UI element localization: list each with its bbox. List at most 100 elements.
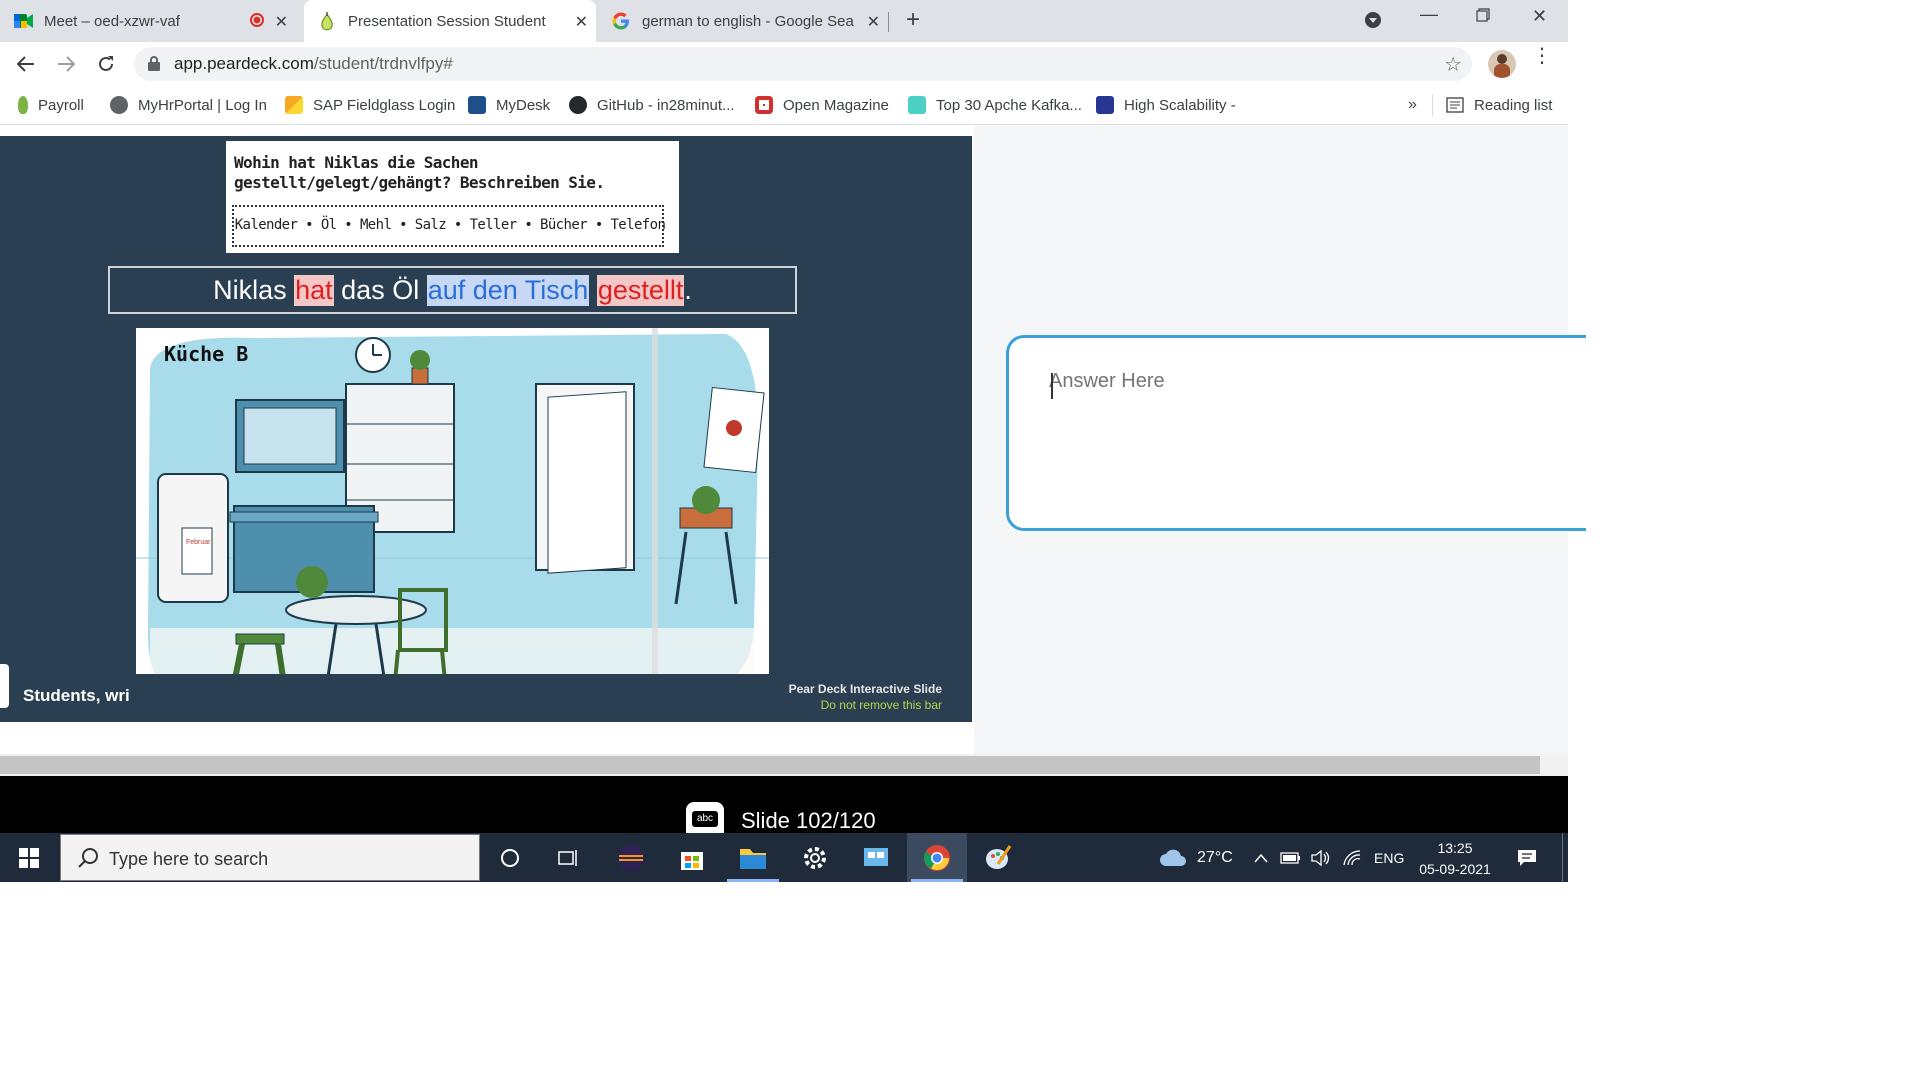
bookmark-mydesk[interactable]: MyDesk <box>468 94 550 116</box>
sentence-part <box>589 275 597 306</box>
text-caret <box>1051 373 1053 399</box>
peardeck-bar: Pear Deck Interactive Slide Do not remov… <box>770 674 972 722</box>
search-placeholder: Type here to search <box>109 849 269 869</box>
more-bookmarks-button[interactable]: » <box>1408 94 1417 116</box>
close-tab-icon[interactable]: ✕ <box>275 12 288 32</box>
reload-icon[interactable] <box>92 50 120 78</box>
peardeck-warning: Do not remove this bar <box>820 698 942 712</box>
address-bar[interactable]: app.peardeck.com/student/trdnvlfpy# ☆ <box>134 47 1472 81</box>
slide: Wohin hat Niklas die Sachen gestellt/gel… <box>0 136 972 722</box>
high-scalability-icon <box>1096 96 1114 114</box>
close-tab-icon[interactable]: ✕ <box>867 12 880 32</box>
reading-list-button[interactable]: Reading list <box>1446 94 1552 116</box>
sentence-part: . <box>684 274 692 305</box>
language-indicator[interactable]: ENG <box>1374 833 1404 882</box>
forward-arrow-icon[interactable] <box>52 50 80 78</box>
bookmark-kafka[interactable]: Top 30 Apche Kafka... <box>908 94 1082 116</box>
settings-gear-icon[interactable] <box>785 833 845 882</box>
peardeck-title: Pear Deck Interactive Slide <box>788 682 942 696</box>
task-question: Wohin hat Niklas die Sachen gestellt/gel… <box>234 153 605 192</box>
bookmark-myhrportal[interactable]: MyHrPortal | Log In <box>110 94 267 116</box>
kitchen-label: Küche B <box>164 342 249 366</box>
cortana-icon[interactable] <box>480 833 540 882</box>
side-panel-handle[interactable] <box>0 664 9 708</box>
kitchen-illustration: Februar Küche B <box>136 328 769 712</box>
bookmark-label: High Scalability - <box>1124 96 1236 114</box>
tab-search-icon[interactable] <box>1364 11 1382 34</box>
horizontal-scrollbar[interactable] <box>0 754 1568 776</box>
scrollbar-thumb[interactable] <box>0 756 1540 774</box>
students-prompt: Students, wri <box>23 686 130 705</box>
sentence-part: Niklas <box>213 274 295 305</box>
tab-google-search[interactable]: german to english - Google Sear ✕ <box>612 0 882 42</box>
example-sentence: Niklas hat das Öl auf den Tisch gestellt… <box>108 266 797 314</box>
windows-taskbar: Type here to search 27°C ENG 13:25 05-09… <box>0 833 1568 882</box>
volume-icon[interactable] <box>1310 833 1332 882</box>
tab-title: Presentation Session Student <box>348 12 546 30</box>
tab-presentation[interactable]: Presentation Session Student ✕ <box>304 0 596 42</box>
google-icon <box>612 12 630 30</box>
new-tab-button[interactable]: + <box>906 6 920 34</box>
restore-icon[interactable] <box>1476 8 1490 27</box>
tab-title: german to english - Google Sear <box>642 12 854 30</box>
calendar-text: Februar <box>186 539 211 546</box>
taskbar-search-box[interactable]: Type here to search <box>60 834 480 881</box>
show-desktop-button[interactable] <box>1562 833 1563 882</box>
text-slide-icon[interactable]: abc <box>686 802 724 833</box>
notifications-icon[interactable] <box>1516 833 1538 882</box>
task-view-icon[interactable] <box>538 833 598 882</box>
minimize-icon[interactable]: — <box>1420 4 1438 25</box>
clock-time: 13:25 <box>1437 840 1473 856</box>
bookmark-label: GitHub - in28minut... <box>597 96 735 114</box>
google-meet-icon <box>14 12 33 30</box>
deck-navigation-bar: abc Slide 102/120 <box>0 776 1568 833</box>
show-hidden-icons-icon[interactable] <box>1254 833 1268 882</box>
reading-list-label: Reading list <box>1474 96 1553 114</box>
sentence-participle: gestellt <box>596 274 685 306</box>
close-window-icon[interactable]: ✕ <box>1532 6 1547 27</box>
close-tab-icon[interactable]: ✕ <box>575 12 588 32</box>
windows-start-icon[interactable] <box>0 833 58 882</box>
github-icon <box>569 96 587 114</box>
globe-icon <box>110 96 128 114</box>
bookmark-label: MyHrPortal | Log In <box>138 96 267 114</box>
bookmark-star-icon[interactable]: ☆ <box>1444 52 1462 77</box>
tab-meet[interactable]: Meet – oed-xzwr-vaf ✕ <box>14 0 296 42</box>
control-panel-icon[interactable] <box>846 833 906 882</box>
temperature-text[interactable]: 27°C <box>1197 833 1233 882</box>
answer-input[interactable] <box>1049 370 1549 393</box>
clock-date: 05-09-2021 <box>1419 861 1491 877</box>
bookmark-sap-fieldglass[interactable]: SAP Fieldglass Login <box>285 94 455 116</box>
open-magazine-icon <box>755 96 773 114</box>
eclipse-icon[interactable] <box>601 833 661 882</box>
sentence-verb-aux: hat <box>294 274 334 306</box>
word-list: Kalender • Öl • Mehl • Salz • Teller • B… <box>234 217 666 233</box>
menu-kebab-icon[interactable]: ⋮ <box>1532 46 1552 66</box>
bookmark-separator <box>1432 94 1433 116</box>
weather-cloud-icon[interactable] <box>1158 833 1188 882</box>
chrome-icon[interactable] <box>907 833 967 882</box>
answer-box[interactable] <box>1006 335 1586 531</box>
battery-icon[interactable] <box>1280 833 1302 882</box>
bookmark-label: Payroll <box>38 96 84 114</box>
kitchen-illustration-bottom <box>136 674 769 712</box>
bookmark-payroll[interactable]: Payroll <box>18 94 84 116</box>
task-card: Wohin hat Niklas die Sachen gestellt/gel… <box>226 141 679 253</box>
mydesk-icon <box>468 96 486 114</box>
word-box: Kalender • Öl • Mehl • Salz • Teller • B… <box>232 205 666 247</box>
bookmark-open-magazine[interactable]: Open Magazine <box>755 94 889 116</box>
bookmark-label: MyDesk <box>496 96 551 114</box>
sentence-part: das Öl <box>333 274 427 305</box>
paint-icon[interactable] <box>968 833 1028 882</box>
file-explorer-icon[interactable] <box>723 833 783 882</box>
back-arrow-icon[interactable] <box>12 50 40 78</box>
bookmark-high-scalability[interactable]: High Scalability - <box>1096 94 1236 116</box>
bookmarks-bar: Payroll MyHrPortal | Log In SAP Fieldgla… <box>0 86 1568 125</box>
profile-avatar[interactable] <box>1488 50 1516 78</box>
bookmark-label: SAP Fieldglass Login <box>313 96 456 114</box>
microsoft-store-icon[interactable] <box>662 833 722 882</box>
bookmark-github[interactable]: GitHub - in28minut... <box>569 94 735 116</box>
wifi-icon[interactable] <box>1342 833 1362 882</box>
clock[interactable]: 13:25 05-09-2021 <box>1410 838 1500 880</box>
search-icon <box>77 847 99 874</box>
